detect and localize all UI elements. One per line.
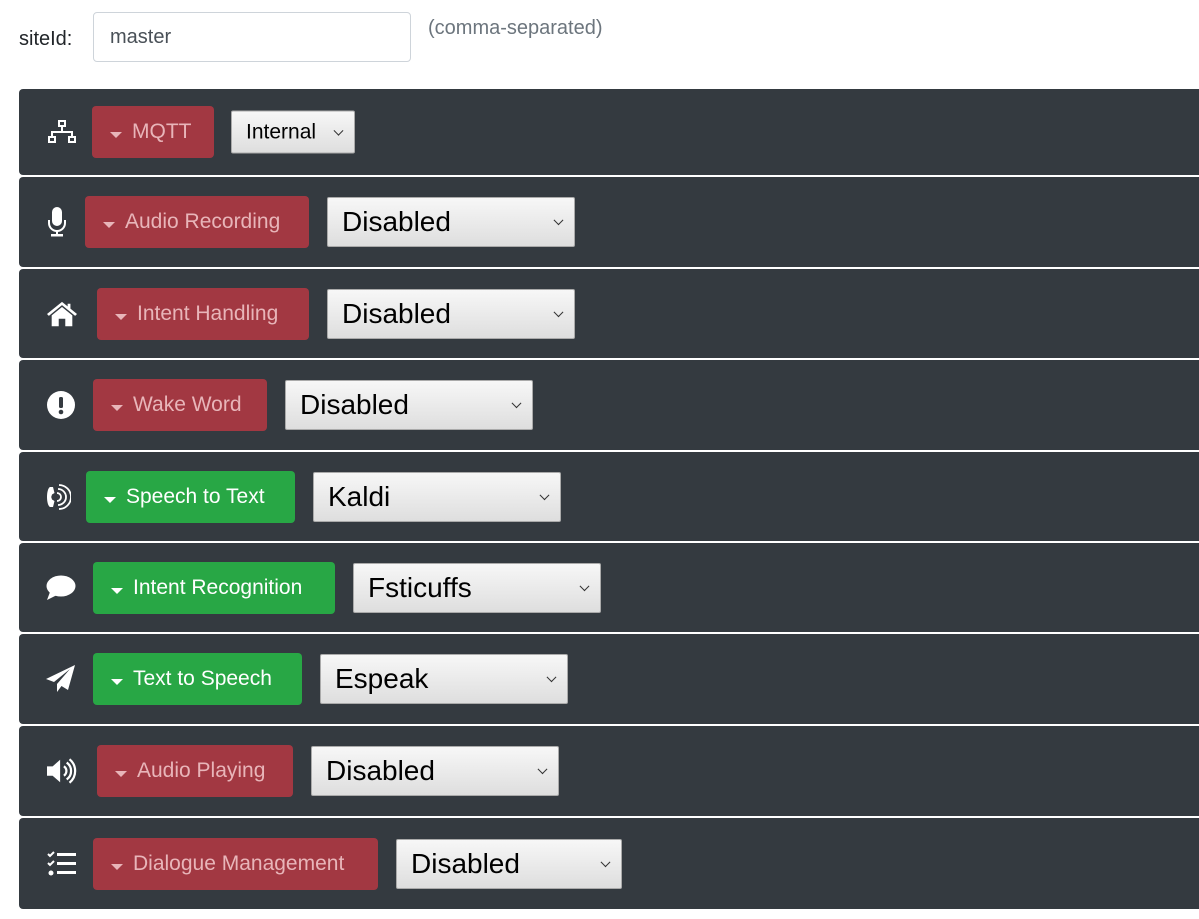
selected-value: Fsticuffs: [368, 571, 472, 603]
audio-recording-select[interactable]: Disabled: [327, 197, 575, 247]
paper-plane-icon: [46, 664, 76, 694]
service-label: Wake Word: [133, 393, 242, 416]
text-to-speech-toggle-button[interactable]: Text to Speech: [93, 653, 302, 705]
audio-playing-select[interactable]: Disabled: [311, 746, 559, 796]
service-label: Intent Handling: [137, 301, 279, 325]
caret-down-icon: [103, 222, 115, 228]
chevron-down-icon: [553, 215, 564, 226]
caret-down-icon: [111, 587, 123, 594]
exclamation-circle-icon: [46, 390, 76, 420]
site-id-row: siteId: (comma-separated): [0, 0, 1199, 89]
service-label: Intent Recognition: [133, 575, 303, 599]
chevron-down-icon: [333, 125, 344, 136]
selected-value: Espeak: [335, 663, 429, 694]
audio-playing-toggle-button[interactable]: Audio Playing: [97, 745, 293, 797]
text-to-speech-select[interactable]: Espeak: [320, 654, 568, 704]
comment-icon: [46, 573, 76, 603]
wake-word-select[interactable]: Disabled: [285, 380, 533, 430]
speech-to-text-select[interactable]: Kaldi: [313, 471, 561, 522]
chevron-down-icon: [537, 764, 548, 775]
intent-handling-select[interactable]: Disabled: [327, 288, 575, 339]
chevron-down-icon: [511, 398, 522, 409]
selected-value: Disabled: [411, 847, 520, 879]
site-id-label: siteId:: [19, 28, 73, 50]
tasks-icon: [47, 849, 77, 879]
audio-recording-toggle-button[interactable]: Audio Recording: [85, 196, 309, 248]
mqtt-toggle-button[interactable]: MQTT: [92, 106, 214, 158]
caret-down-icon: [111, 863, 123, 870]
mqtt-select[interactable]: Internal: [231, 110, 355, 154]
dialogue-management-select[interactable]: Disabled: [396, 838, 622, 889]
caret-down-icon: [111, 679, 123, 685]
dialogue-management-toggle-button[interactable]: Dialogue Management: [93, 837, 378, 890]
chevron-down-icon: [600, 856, 611, 867]
service-row-text-to-speech: Text to Speech Espeak: [19, 634, 1199, 724]
service-label: Audio Playing: [137, 759, 266, 782]
service-row-wake-word: Wake Word Disabled: [19, 360, 1199, 450]
service-label: Speech to Text: [126, 484, 265, 508]
site-id-input[interactable]: [93, 12, 411, 62]
service-label: MQTT: [132, 120, 192, 143]
speech-to-text-toggle-button[interactable]: Speech to Text: [86, 470, 295, 523]
microphone-icon: [42, 207, 72, 237]
selected-value: Disabled: [342, 206, 451, 237]
service-label: Dialogue Management: [133, 851, 345, 875]
selected-value: Kaldi: [328, 480, 391, 512]
service-row-intent-handling: Intent Handling Disabled: [19, 269, 1199, 358]
selected-value: Disabled: [300, 389, 409, 420]
phone-volume-icon: [43, 482, 73, 512]
site-id-hint: (comma-separated): [428, 17, 603, 39]
home-icon: [47, 299, 77, 329]
caret-down-icon: [104, 496, 116, 503]
intent-recognition-select[interactable]: Fsticuffs: [353, 562, 601, 613]
volume-up-icon: [47, 756, 77, 786]
service-row-dialogue-management: Dialogue Management Disabled: [19, 818, 1199, 909]
selected-value: Internal: [246, 120, 317, 143]
selected-value: Disabled: [342, 297, 451, 329]
service-row-intent-recognition: Intent Recognition Fsticuffs: [19, 543, 1199, 632]
service-row-audio-playing: Audio Playing Disabled: [19, 726, 1199, 816]
service-row-audio-recording: Audio Recording Disabled: [19, 177, 1199, 267]
caret-down-icon: [111, 405, 123, 411]
selected-value: Disabled: [326, 755, 435, 786]
caret-down-icon: [110, 132, 122, 138]
caret-down-icon: [115, 771, 127, 777]
service-label: Text to Speech: [133, 667, 272, 690]
network-icon: [47, 117, 77, 147]
service-row-speech-to-text: Speech to Text Kaldi: [19, 452, 1199, 541]
service-label: Audio Recording: [125, 210, 281, 233]
chevron-down-icon: [553, 306, 564, 317]
service-row-mqtt: MQTT Internal: [19, 89, 1199, 175]
intent-handling-toggle-button[interactable]: Intent Handling: [97, 287, 309, 340]
caret-down-icon: [115, 313, 127, 320]
chevron-down-icon: [539, 489, 550, 500]
chevron-down-icon: [546, 672, 557, 683]
wake-word-toggle-button[interactable]: Wake Word: [93, 379, 267, 431]
chevron-down-icon: [579, 580, 590, 591]
intent-recognition-toggle-button[interactable]: Intent Recognition: [93, 561, 335, 614]
